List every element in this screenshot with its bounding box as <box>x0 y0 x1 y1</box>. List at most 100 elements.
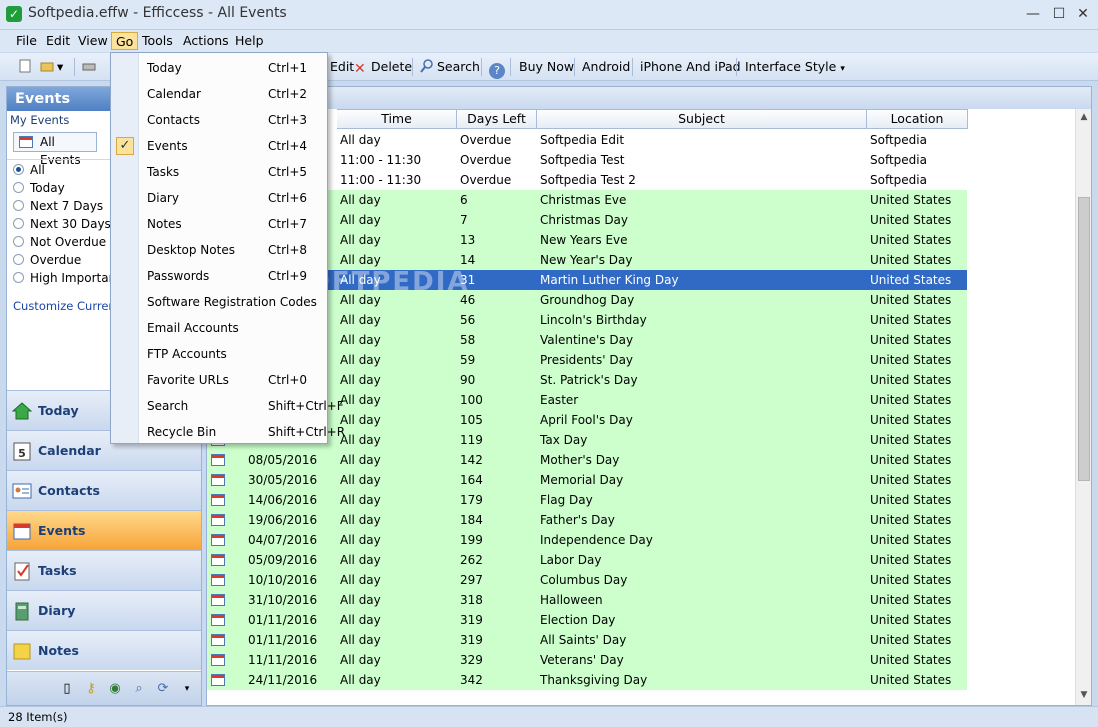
cell-days-left: 342 <box>460 673 483 687</box>
desktop-notes-icon[interactable]: ▯ <box>59 681 75 697</box>
notes-icon <box>13 643 31 660</box>
refresh-icon[interactable]: ⟳ <box>155 681 171 697</box>
cell-time: All day <box>340 533 381 547</box>
table-row[interactable]: 31/10/2016 All day 318 Halloween United Stat… <box>207 590 967 610</box>
nav-events[interactable]: Events <box>7 510 201 550</box>
filter-overdue[interactable]: Overdue <box>13 251 81 269</box>
table-row[interactable]: 05/09/2016 All day 262 Labor Day United Stat… <box>207 550 967 570</box>
cell-days-left: 329 <box>460 653 483 667</box>
menu-item-label: FTP Accounts <box>147 347 227 361</box>
cell-subject: Easter <box>540 393 579 407</box>
cell-subject: Softpedia Test 2 <box>540 173 636 187</box>
open-folder-icon[interactable]: ▾ <box>36 57 67 77</box>
table-row[interactable]: 19/06/2016 All day 184 Father's Day United S… <box>207 510 967 530</box>
cell-days-left: 142 <box>460 453 483 467</box>
nav-label: Today <box>38 403 79 418</box>
cell-subject: Christmas Eve <box>540 193 627 207</box>
table-row[interactable]: 10/10/2016 All day 297 Columbus Day United S… <box>207 570 967 590</box>
help-icon[interactable]: ? <box>485 57 509 79</box>
column-header-days-left[interactable]: Days Left <box>457 109 537 129</box>
go-menu-item-favorite-urls[interactable]: Favorite URLs Ctrl+0 <box>111 367 327 393</box>
search-icon[interactable]: ⌕ <box>131 681 147 697</box>
cell-location: United States <box>870 453 952 467</box>
search-button[interactable]: Search <box>416 57 484 77</box>
minimize-button[interactable]: — <box>1022 4 1044 24</box>
go-menu-item-passwords[interactable]: Passwords Ctrl+9 <box>111 263 327 289</box>
maximize-button[interactable]: ☐ <box>1048 4 1070 24</box>
filter-today[interactable]: Today <box>13 179 65 197</box>
filter-not-overdue[interactable]: Not Overdue <box>13 233 106 251</box>
all-events-view[interactable]: All Events <box>13 132 97 167</box>
menu-item-shortcut: Ctrl+5 <box>268 165 308 179</box>
menu-go[interactable]: Go <box>111 32 139 50</box>
column-header-time[interactable]: Time <box>337 109 457 129</box>
chevron-down-icon[interactable]: ▾ <box>179 681 195 697</box>
nav-contacts[interactable]: Contacts <box>7 470 201 510</box>
filter-high-importance[interactable]: High Importan <box>13 269 116 287</box>
go-menu-item-events[interactable]: ✓ Events Ctrl+4 <box>111 133 327 159</box>
cell-days-left: 262 <box>460 553 483 567</box>
filter-label: Not Overdue <box>30 235 107 249</box>
table-row[interactable]: 01/11/2016 All day 319 Election Day United S… <box>207 610 967 630</box>
close-button[interactable]: ✕ <box>1072 4 1094 24</box>
table-row[interactable]: 04/07/2016 All day 199 Independence Day Unit… <box>207 530 967 550</box>
radio-icon <box>13 254 24 265</box>
filter-all[interactable]: All <box>13 161 45 179</box>
menu-help[interactable]: Help <box>231 32 268 50</box>
filter-next-30-days[interactable]: Next 30 Days <box>13 215 111 233</box>
go-menu-item-ftp-accounts[interactable]: FTP Accounts <box>111 341 327 367</box>
cell-days-left: 59 <box>460 353 476 367</box>
table-row[interactable]: 14/06/2016 All day 179 Flag Day United State… <box>207 490 967 510</box>
go-menu-item-diary[interactable]: Diary Ctrl+6 <box>111 185 327 211</box>
go-menu-item-today[interactable]: Today Ctrl+1 <box>111 55 327 81</box>
table-row[interactable]: 24/11/2016 All day 342 Thanksgiving Day Unit… <box>207 670 967 690</box>
cell-date: 10/10/2016 <box>248 573 318 587</box>
cell-location: Softpedia <box>870 173 927 187</box>
go-menu-item-search[interactable]: Search Shift+Ctrl+F <box>111 393 344 419</box>
android-button[interactable]: Android <box>578 57 634 77</box>
cell-location: United States <box>870 273 952 287</box>
nav-tasks[interactable]: Tasks <box>7 550 201 590</box>
nav-diary[interactable]: Diary <box>7 590 201 630</box>
table-row[interactable]: 08/05/2016 All day 142 Mother's Day United S… <box>207 450 967 470</box>
menu-actions[interactable]: Actions <box>179 32 233 50</box>
cell-time: All day <box>340 373 381 387</box>
go-menu-item-notes[interactable]: Notes Ctrl+7 <box>111 211 327 237</box>
go-menu-item-recycle-bin[interactable]: Recycle Bin Shift+Ctrl+R <box>111 419 345 445</box>
menu-edit[interactable]: Edit <box>42 32 74 50</box>
nav-notes[interactable]: Notes <box>7 630 201 670</box>
go-menu-item-software-registration-codes[interactable]: Software Registration Codes <box>111 289 327 315</box>
menu-tools[interactable]: Tools <box>138 32 177 50</box>
go-menu-item-contacts[interactable]: Contacts Ctrl+3 <box>111 107 327 133</box>
scroll-down-icon[interactable]: ▼ <box>1076 687 1091 703</box>
window-title: Softpedia.effw - Efficcess - All Events <box>28 5 287 21</box>
menu-file[interactable]: File <box>12 32 41 50</box>
cell-location: United States <box>870 633 952 647</box>
column-header-location[interactable]: Location <box>867 109 968 129</box>
table-row[interactable]: 30/05/2016 All day 164 Memorial Day United S… <box>207 470 967 490</box>
column-header-subject[interactable]: Subject <box>537 109 867 129</box>
iphone-ipad-button[interactable]: iPhone And iPad <box>636 57 745 77</box>
go-menu-item-tasks[interactable]: Tasks Ctrl+5 <box>111 159 327 185</box>
go-menu-item-calendar[interactable]: Calendar Ctrl+2 <box>111 81 327 107</box>
key-icon[interactable]: ⚷ <box>83 681 99 697</box>
table-row[interactable]: 11/11/2016 All day 329 Veterans' Day United … <box>207 650 967 670</box>
filter-next-7-days[interactable]: Next 7 Days <box>13 197 103 215</box>
scroll-thumb[interactable] <box>1078 197 1090 481</box>
print-icon[interactable] <box>78 57 103 77</box>
menu-item-label: Notes <box>147 217 182 231</box>
delete-button[interactable]: ✕ Delete <box>350 57 416 77</box>
globe-icon[interactable]: ◉ <box>107 681 123 697</box>
buy-now-button[interactable]: Buy Now <box>515 57 578 77</box>
menu-item-shortcut: Ctrl+0 <box>268 373 308 387</box>
menu-view[interactable]: View <box>74 32 112 50</box>
vertical-scrollbar[interactable]: ▲ ▼ <box>1075 109 1091 705</box>
scroll-up-icon[interactable]: ▲ <box>1076 109 1091 125</box>
interface-style-button[interactable]: Interface Style ▾ <box>741 57 849 77</box>
go-menu-item-desktop-notes[interactable]: Desktop Notes Ctrl+8 <box>111 237 327 263</box>
checkmark-icon: ✓ <box>116 137 134 155</box>
event-icon <box>211 454 225 466</box>
cell-location: United States <box>870 553 952 567</box>
go-menu-item-email-accounts[interactable]: Email Accounts <box>111 315 327 341</box>
table-row[interactable]: 01/11/2016 All day 319 All Saints' Day Unite… <box>207 630 967 650</box>
